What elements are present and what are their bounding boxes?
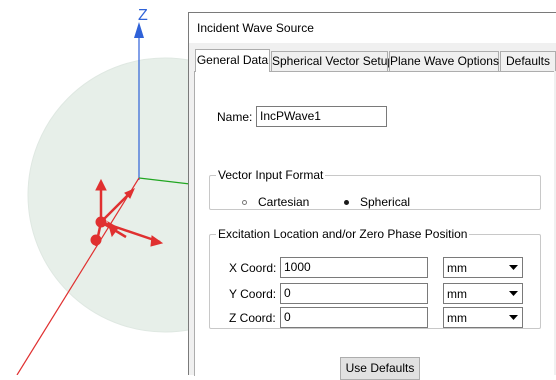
dialog-title: Incident Wave Source <box>189 13 556 43</box>
name-label: Name: <box>217 110 253 124</box>
spherical-radio-label: Spherical <box>360 195 411 209</box>
spherical-radio[interactable]: Spherical <box>341 195 410 209</box>
z-coord-unit-select[interactable]: mm <box>443 307 523 328</box>
z-coord-unit-value: mm <box>447 311 467 325</box>
x-coord-field[interactable]: 1000 <box>280 257 428 278</box>
excitation-location-legend: Excitation Location and/or Zero Phase Po… <box>218 227 468 241</box>
z-axis-label: Z <box>138 7 148 24</box>
incident-wave-source-dialog: Incident Wave Source General Data Spheri… <box>188 12 556 380</box>
y-coord-unit-select[interactable]: mm <box>443 283 523 304</box>
tab-general-data[interactable]: General Data <box>195 49 270 72</box>
tab-spherical-vector-setup[interactable]: Spherical Vector Setup <box>271 51 394 71</box>
chevron-down-icon <box>505 308 522 327</box>
name-field[interactable]: IncPWave1 <box>256 106 387 127</box>
z-axis-arrowhead <box>134 22 144 38</box>
x-coord-label: X Coord: <box>229 261 277 275</box>
y-coord-label: Y Coord: <box>229 287 277 301</box>
chevron-down-icon <box>505 258 522 277</box>
x-coord-unit-select[interactable]: mm <box>443 257 523 278</box>
use-defaults-button[interactable]: Use Defaults <box>340 357 420 380</box>
tab-strip: General Data Spherical Vector Setup Plan… <box>195 49 556 72</box>
x-coord-unit-value: mm <box>447 261 467 275</box>
tab-defaults[interactable]: Defaults <box>500 51 556 71</box>
general-data-panel: Name: IncPWave1 Vector Input Format Cart… <box>194 71 554 380</box>
y-coord-unit-value: mm <box>447 287 467 301</box>
cartesian-radio-label: Cartesian <box>258 195 310 209</box>
radio-unchecked-icon <box>239 197 250 208</box>
z-coord-field[interactable]: 0 <box>280 307 428 328</box>
tab-plane-wave-options[interactable]: Plane Wave Options <box>389 51 499 71</box>
vector-input-format-legend: Vector Input Format <box>218 168 324 182</box>
radio-checked-icon <box>341 197 352 208</box>
chevron-down-icon <box>505 284 522 303</box>
y-coord-field[interactable]: 0 <box>280 283 428 304</box>
z-coord-label: Z Coord: <box>229 311 276 325</box>
cartesian-radio[interactable]: Cartesian <box>239 195 309 209</box>
